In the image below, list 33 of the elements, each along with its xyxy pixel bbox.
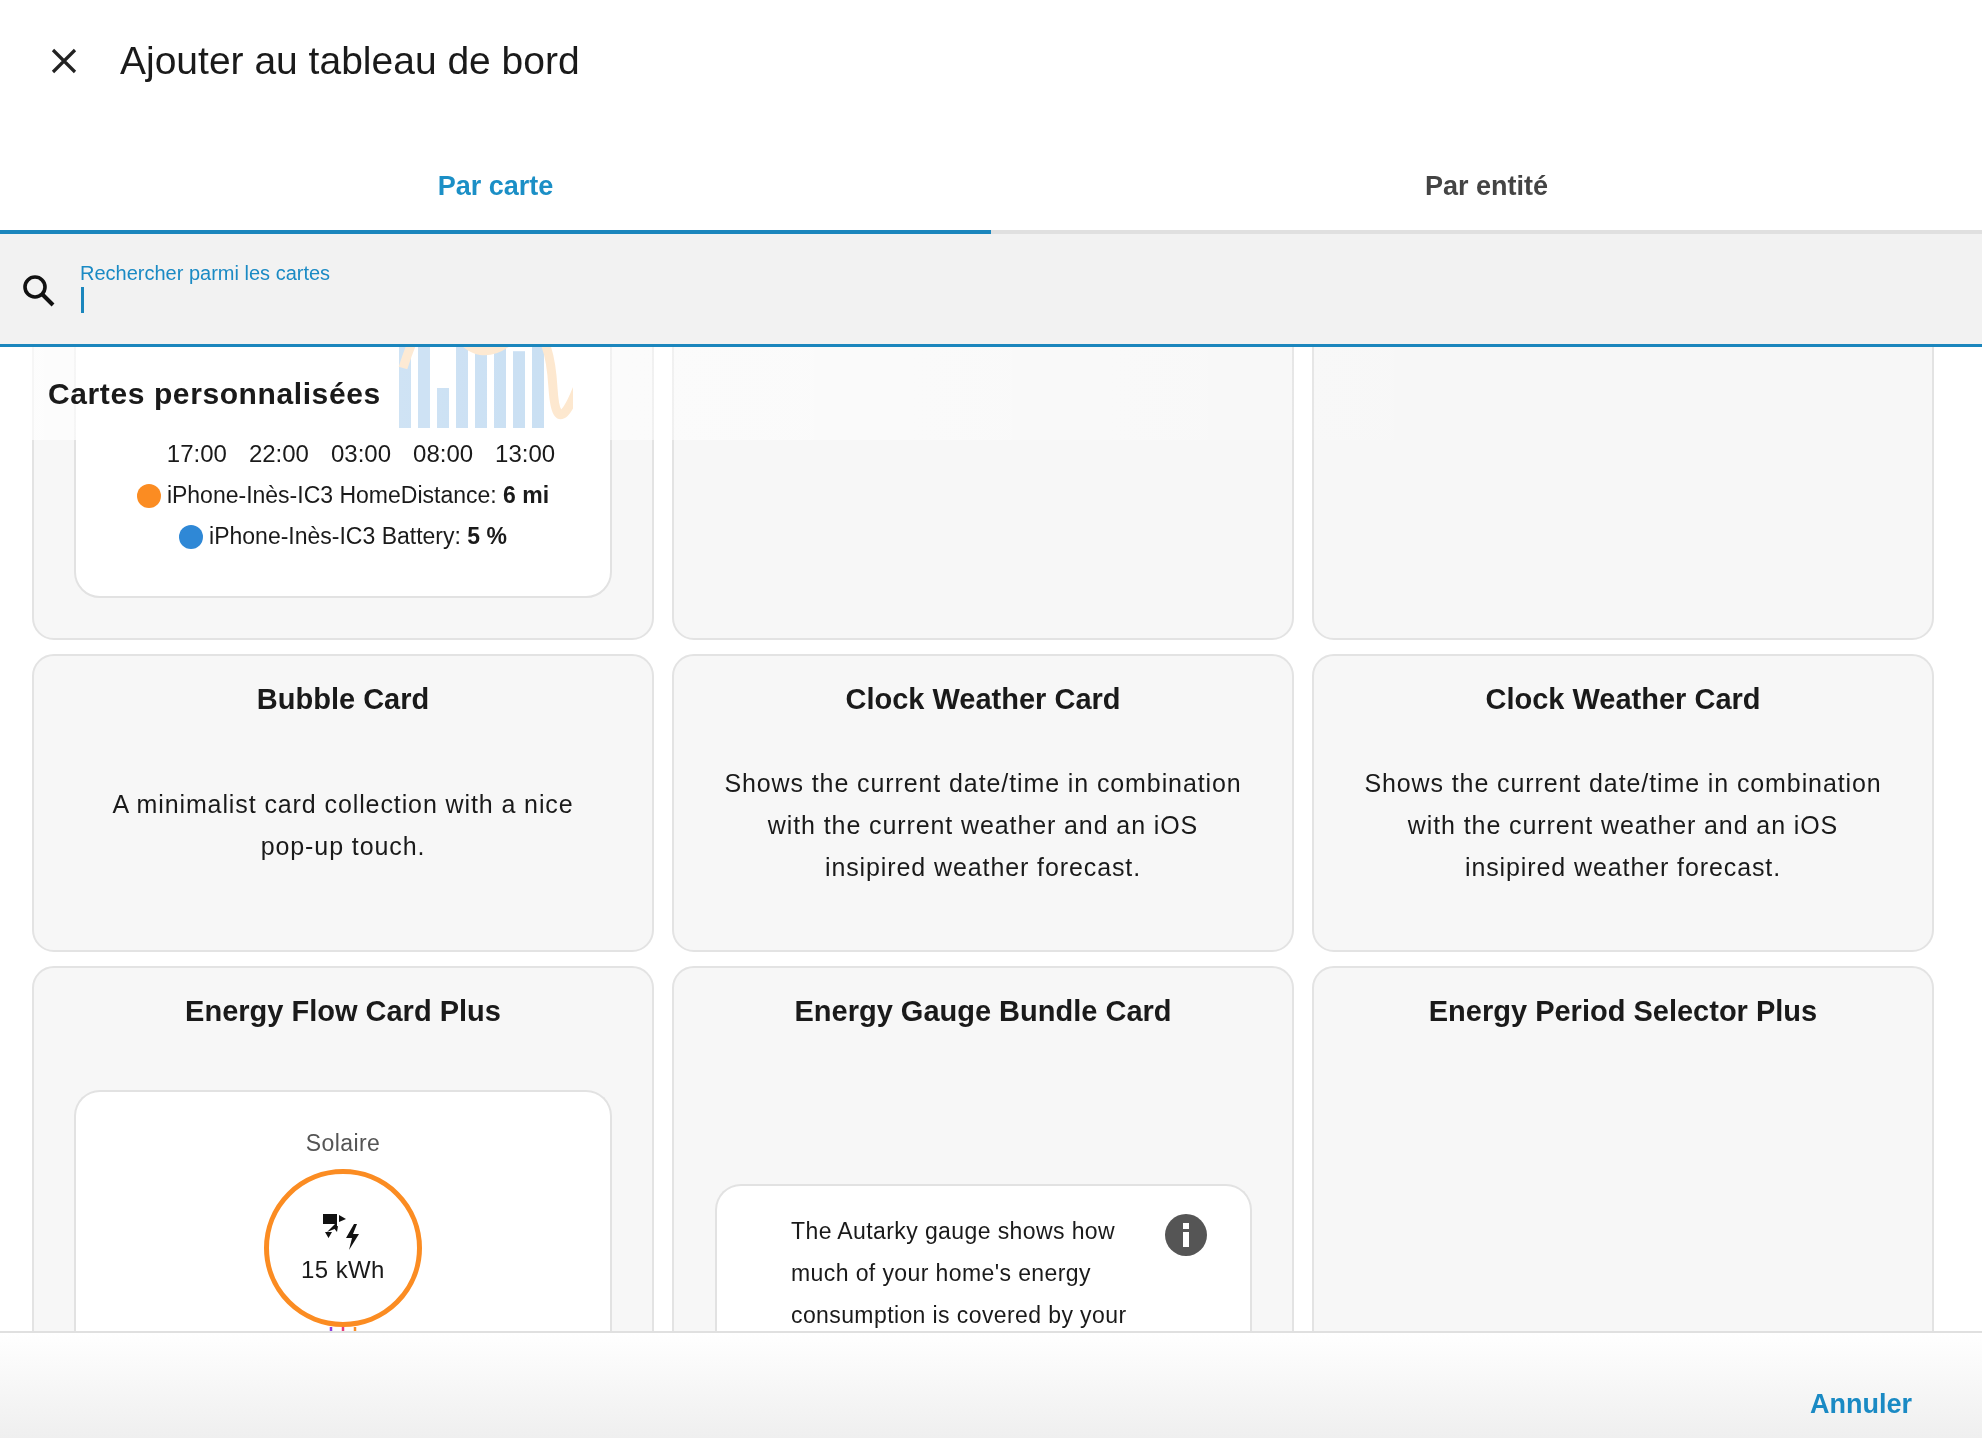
time-label: 03:00 bbox=[330, 440, 392, 468]
card[interactable]: Energy Period Selector Plus bbox=[1312, 966, 1934, 1331]
dialog-title: Ajouter au tableau de bord bbox=[120, 39, 580, 83]
close-icon bbox=[50, 47, 78, 75]
gauge-description: The Autarky gauge shows how much of your home's energy consumption is covered by your bbox=[791, 1217, 1128, 1330]
card[interactable]: Clock Weather Card Shows the current date/time in combination with the current weather and an iOS insipired weather forecast. bbox=[1312, 654, 1934, 952]
legend-label: iPhone-Inès-IC3 Battery: 5 % bbox=[209, 523, 507, 550]
search-label: Rechercher parmi les cartes bbox=[80, 262, 331, 285]
card[interactable]: Clock Weather Card Shows the current date/time in combination with the current weather and an iOS insipired weather forecast. bbox=[672, 654, 1294, 952]
card-title: Energy Period Selector Plus bbox=[1427, 994, 1819, 1028]
search-icon bbox=[22, 274, 56, 308]
card-description: Shows the current date/time in combination with the current weather and an iOS insipired weather forecast. bbox=[1364, 768, 1882, 883]
card-description: Shows the current date/time in combination with the current weather and an iOS insipired weather forecast. bbox=[724, 768, 1242, 883]
card[interactable]: Energy Flow Card Plus Solaire 15 kWh bbox=[32, 966, 654, 1331]
time-label: 17:00 bbox=[166, 440, 227, 468]
card[interactable]: Bubble Card A minimalist card collection with a nice pop-up touch. bbox=[32, 654, 654, 952]
card-title: Clock Weather Card bbox=[844, 682, 1122, 716]
card-title: Clock Weather Card bbox=[1484, 682, 1762, 716]
node-value: 15 kWh bbox=[301, 1256, 385, 1284]
card-title: Bubble Card bbox=[255, 682, 431, 716]
info-icon[interactable] bbox=[1165, 1214, 1207, 1256]
legend-label: iPhone-Inès-IC3 HomeDistance: 6 mi bbox=[166, 482, 550, 509]
chart-bar bbox=[437, 388, 449, 428]
node-label: Solaire bbox=[305, 1130, 381, 1157]
section-header: Cartes personnalisées bbox=[48, 376, 381, 411]
time-label: 22:00 bbox=[248, 440, 309, 468]
card[interactable]: Energy Gauge Bundle Card The Autarky gauge shows how much of your home's energy consumption is covered by your bbox=[672, 966, 1294, 1331]
time-label: 13:00 bbox=[495, 440, 556, 468]
time-label: 08:00 bbox=[413, 440, 474, 468]
card-description: A minimalist card collection with a nice pop-up touch. bbox=[111, 789, 575, 862]
card-title: Energy Flow Card Plus bbox=[184, 994, 502, 1028]
card-title: Energy Gauge Bundle Card bbox=[793, 994, 1173, 1028]
text-cursor bbox=[81, 287, 84, 313]
